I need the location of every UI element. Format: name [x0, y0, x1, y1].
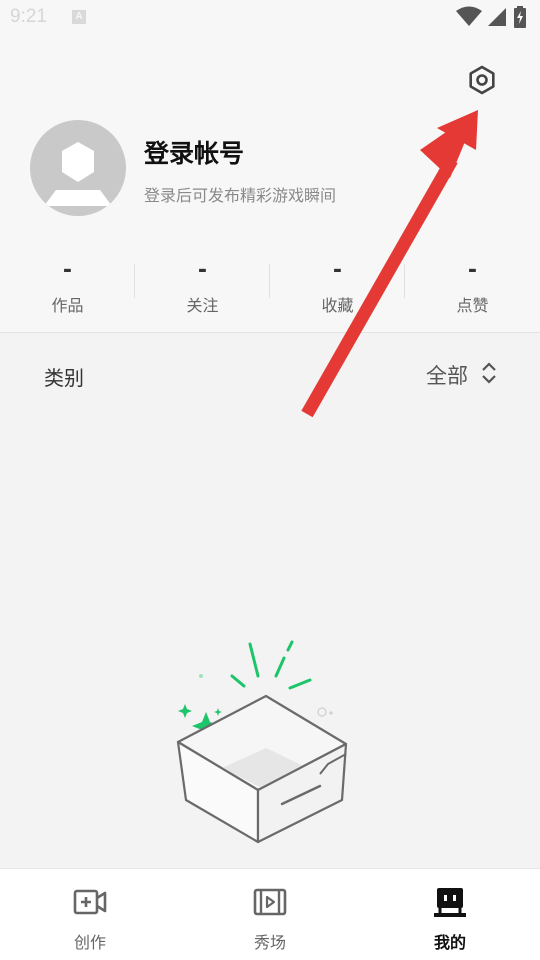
video-add-icon [73, 889, 107, 915]
stat-works[interactable]: - 作品 [0, 254, 135, 324]
settings-hexagon-icon [469, 65, 495, 95]
profile-header: 登录帐号 登录后可发布精彩游戏瞬间 - 作品 - 关注 - 收藏 - 点赞 [0, 36, 540, 333]
nav-label: 我的 [433, 933, 466, 952]
chevron-up-down-icon[interactable] [480, 360, 498, 386]
category-row: 类别 全部 [0, 334, 540, 414]
stat-label: 点赞 [456, 296, 489, 315]
empty-box-illustration [176, 640, 348, 844]
nav-item-showcase[interactable]: 秀场 [180, 869, 360, 960]
notification-indicator: A [72, 10, 86, 24]
settings-button[interactable] [462, 60, 502, 100]
stat-following[interactable]: - 关注 [135, 254, 270, 324]
nav-label: 秀场 [253, 933, 286, 952]
login-subtitle: 登录后可发布精彩游戏瞬间 [144, 186, 337, 205]
stat-label: 作品 [51, 296, 84, 315]
stat-value: - [197, 258, 208, 283]
battery-charging-icon [514, 6, 526, 28]
status-time: 9:21 [10, 6, 47, 27]
avatar[interactable] [30, 120, 126, 216]
login-title[interactable]: 登录帐号 [144, 134, 244, 170]
default-avatar-icon [44, 142, 112, 206]
stat-label: 收藏 [321, 296, 354, 315]
stat-value: - [332, 258, 343, 283]
category-label: 类别 [44, 366, 84, 390]
stat-label: 关注 [186, 296, 219, 315]
wifi-icon [456, 6, 482, 26]
category-filter-select[interactable]: 全部 [426, 360, 468, 390]
stat-likes[interactable]: - 点赞 [405, 254, 540, 324]
stats-row: - 作品 - 关注 - 收藏 - 点赞 [0, 254, 540, 324]
stat-value: - [467, 258, 478, 283]
bottom-navigation: 创作 秀场 我的 [0, 868, 540, 960]
signal-icon [488, 8, 506, 26]
nav-item-mine[interactable]: 我的 [360, 869, 540, 960]
profile-icon [434, 888, 466, 917]
film-icon [253, 888, 287, 916]
stat-favorites[interactable]: - 收藏 [270, 254, 405, 324]
status-bar: 9:21 A [0, 0, 540, 36]
nav-label: 创作 [73, 933, 106, 952]
nav-item-create[interactable]: 创作 [0, 869, 180, 960]
stat-value: - [62, 258, 73, 283]
